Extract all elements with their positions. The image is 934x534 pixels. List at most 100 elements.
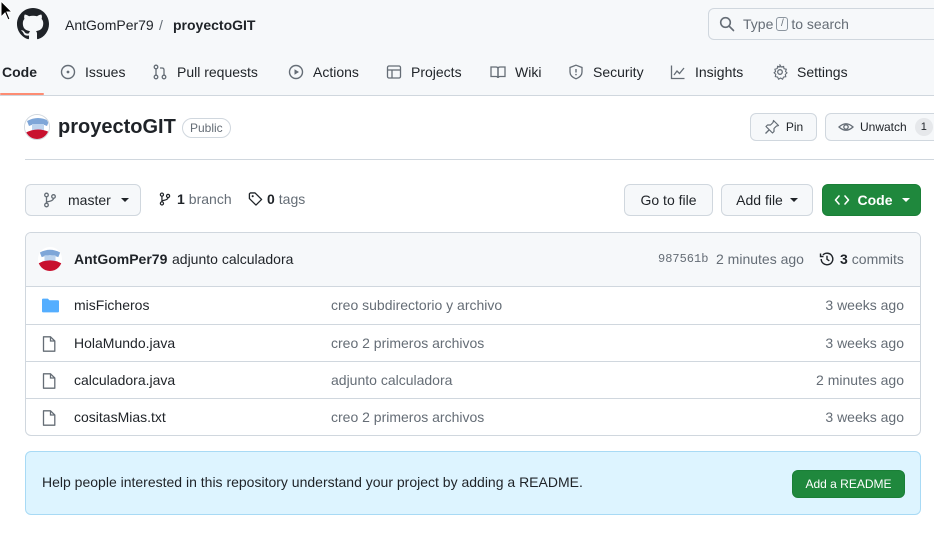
file-row[interactable]: HolaMundo.java creo 2 primeros archivos … <box>26 324 920 361</box>
graph-icon <box>670 65 685 80</box>
tab-label: Projects <box>411 64 462 80</box>
unwatch-label: Unwatch <box>860 120 907 134</box>
file-row[interactable]: cositasMias.txt creo 2 primeros archivos… <box>26 398 920 435</box>
search-icon <box>719 16 735 32</box>
breadcrumb-owner[interactable]: AntGomPer79 <box>65 16 154 34</box>
commit-author-avatar[interactable] <box>38 247 62 271</box>
add-readme-label: Add a README <box>805 477 892 491</box>
chevron-down-icon <box>901 198 910 202</box>
file-age: 2 minutes ago <box>816 372 904 388</box>
tags-link[interactable]: 0 tags <box>248 191 305 207</box>
tab-label: Code <box>2 64 37 80</box>
play-icon <box>288 64 304 80</box>
code-label: Code <box>857 192 893 208</box>
file-age: 3 weeks ago <box>825 335 904 351</box>
pin-icon <box>764 119 779 134</box>
tab-label: Pull requests <box>177 64 258 80</box>
commit-sha[interactable]: 987561b <box>658 252 708 266</box>
owner-avatar[interactable] <box>24 114 50 140</box>
tab-insights[interactable]: Insights <box>670 58 743 86</box>
branch-select-button[interactable]: master <box>25 184 141 216</box>
tab-code[interactable]: Code <box>2 58 37 86</box>
code-dropdown-button[interactable]: Code <box>822 184 921 216</box>
latest-commit-bar: AntGomPer79 adjunto calculadora 987561b … <box>26 233 920 287</box>
add-readme-button[interactable]: Add a README <box>792 470 905 498</box>
branch-name: master <box>68 192 111 208</box>
github-logo-icon[interactable] <box>17 8 49 40</box>
file-commit-message[interactable]: creo subdirectorio y archivo <box>331 297 502 313</box>
pin-label: Pin <box>785 120 804 134</box>
issue-icon <box>60 64 76 80</box>
commit-time: 2 minutes ago <box>716 251 804 267</box>
breadcrumb-repo[interactable]: proyectoGIT <box>173 16 255 34</box>
search-placeholder-prefix: Type <box>743 16 774 32</box>
repo-title[interactable]: proyectoGIT <box>58 115 176 139</box>
branch-count: 1 <box>177 191 185 207</box>
gear-icon <box>773 64 788 80</box>
tag-count: 0 <box>267 191 275 207</box>
file-icon <box>42 410 56 426</box>
commit-count-label: commits <box>851 251 904 267</box>
add-file-button[interactable]: Add file <box>721 184 813 216</box>
file-row[interactable]: calculadora.java adjunto calculadora 2 m… <box>26 361 920 398</box>
file-icon <box>42 336 56 352</box>
git-branch-icon <box>44 192 56 208</box>
tab-pull-requests[interactable]: Pull requests <box>152 58 258 86</box>
tab-label: Settings <box>797 64 848 80</box>
go-to-file-button[interactable]: Go to file <box>624 184 713 216</box>
tab-wiki[interactable]: Wiki <box>490 58 541 86</box>
file-name[interactable]: cositasMias.txt <box>74 409 166 425</box>
readme-banner: Help people interested in this repositor… <box>25 451 921 515</box>
pin-button[interactable]: Pin <box>750 113 817 141</box>
commits-link[interactable]: 3 commits <box>819 251 904 267</box>
tab-security[interactable]: Security <box>568 58 644 86</box>
chevron-down-icon <box>120 198 129 202</box>
file-browser: AntGomPer79 adjunto calculadora 987561b … <box>25 232 921 436</box>
tab-actions[interactable]: Actions <box>288 58 359 86</box>
branches-link[interactable]: 1 branch <box>158 191 232 207</box>
repo-header: AntGomPer79 / proyectoGIT Type / to sear… <box>0 0 934 96</box>
history-icon <box>819 252 834 266</box>
tab-projects[interactable]: Projects <box>386 58 462 86</box>
tag-count-label: tags <box>278 191 306 207</box>
chevron-down-icon <box>789 198 798 202</box>
search-placeholder-suffix: to search <box>791 16 849 32</box>
tag-icon <box>248 192 263 206</box>
file-commit-message[interactable]: creo 2 primeros archivos <box>331 409 484 425</box>
shield-icon <box>569 64 583 80</box>
commit-message[interactable]: adjunto calculadora <box>172 251 293 267</box>
commit-count: 3 <box>840 251 848 267</box>
eye-icon <box>838 123 854 131</box>
tab-label: Security <box>593 64 644 80</box>
mouse-cursor-icon <box>0 0 14 21</box>
file-age: 3 weeks ago <box>825 297 904 313</box>
file-commit-message[interactable]: adjunto calculadora <box>331 372 452 388</box>
git-branch-icon <box>159 192 171 206</box>
breadcrumb-separator: / <box>159 17 163 33</box>
file-name[interactable]: HolaMundo.java <box>74 335 175 351</box>
commit-author[interactable]: AntGomPer79 <box>74 251 167 267</box>
search-shortcut-key: / <box>776 17 789 31</box>
title-divider <box>25 159 934 160</box>
pull-request-icon <box>153 64 167 80</box>
tab-label: Issues <box>85 64 126 80</box>
unwatch-button[interactable]: Unwatch 1 <box>825 113 934 141</box>
tab-settings[interactable]: Settings <box>772 58 848 86</box>
active-tab-indicator <box>0 93 44 95</box>
tab-label: Wiki <box>515 64 542 80</box>
tab-label: Actions <box>313 64 359 80</box>
file-name[interactable]: misFicheros <box>74 297 149 313</box>
visibility-badge: Public <box>182 118 231 138</box>
file-name[interactable]: calculadora.java <box>74 372 175 388</box>
branch-count-label: branch <box>188 191 232 207</box>
add-file-label: Add file <box>736 192 783 208</box>
tab-issues[interactable]: Issues <box>60 58 125 86</box>
file-age: 3 weeks ago <box>825 409 904 425</box>
code-icon <box>834 195 849 205</box>
file-icon <box>42 373 56 389</box>
file-commit-message[interactable]: creo 2 primeros archivos <box>331 335 484 351</box>
search-input[interactable]: Type / to search <box>708 8 934 40</box>
go-to-file-label: Go to file <box>640 192 697 208</box>
file-row[interactable]: misFicheros creo subdirectorio y archivo… <box>26 287 920 324</box>
folder-icon <box>42 298 59 313</box>
